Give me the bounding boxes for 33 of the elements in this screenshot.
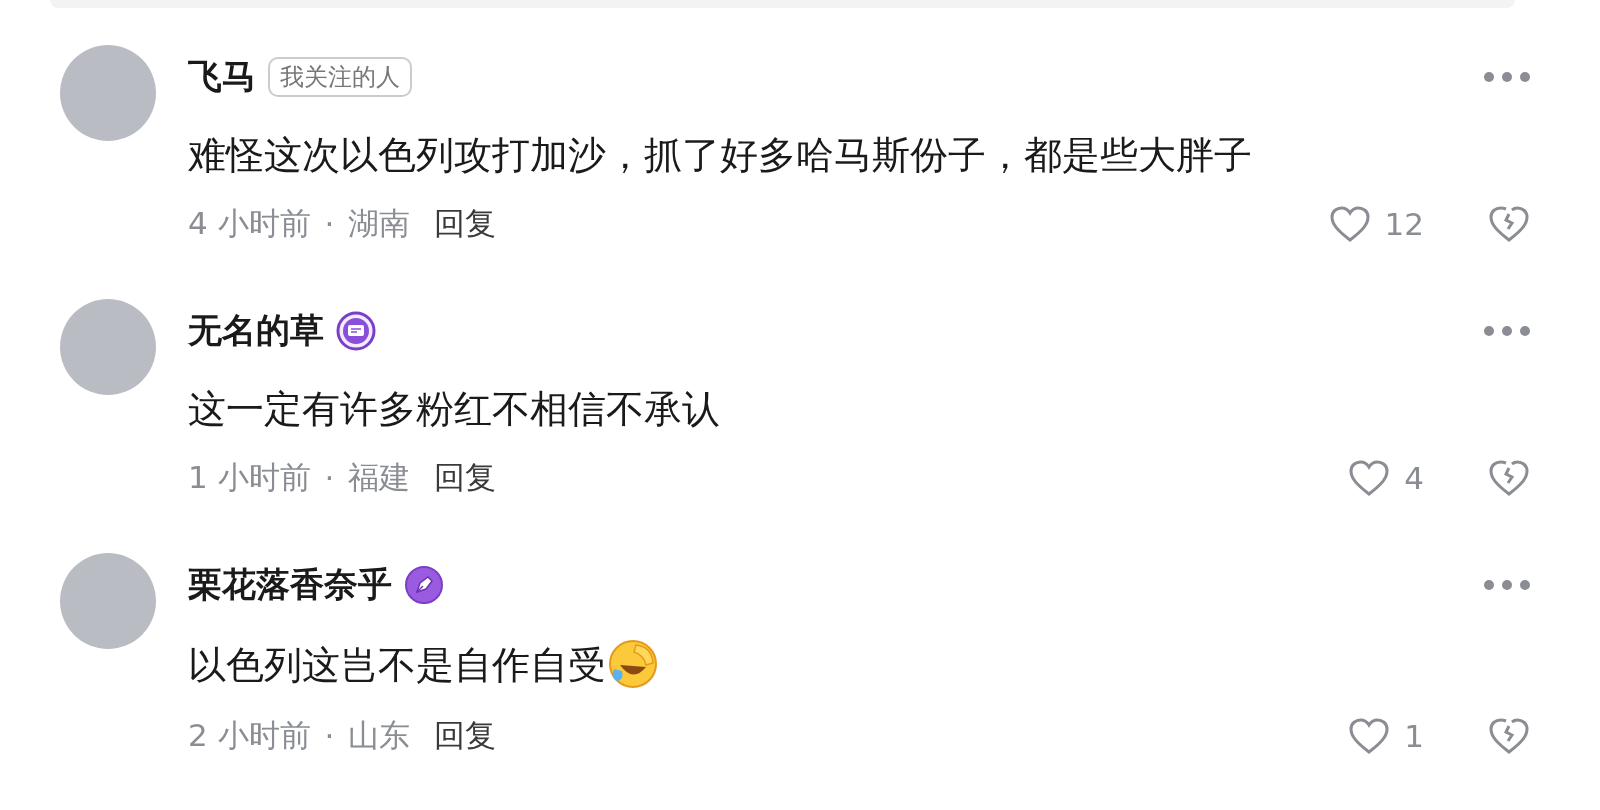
- comment-text: 这一定有许多粉红不相信不承认: [188, 386, 720, 433]
- heart-icon[interactable]: [1328, 205, 1371, 243]
- location: 湖南: [348, 204, 411, 243]
- timestamp: 4 小时前: [188, 204, 311, 243]
- following-tag: 我关注的人: [268, 57, 412, 97]
- reply-link[interactable]: 回复: [434, 715, 497, 757]
- heart-icon[interactable]: [1348, 459, 1391, 497]
- timestamp: 2 小时前: [188, 716, 311, 755]
- broken-heart-icon[interactable]: [1488, 717, 1530, 755]
- more-icon[interactable]: [1484, 580, 1530, 590]
- chat-badge-icon: [336, 311, 376, 351]
- comment-text: 以色列这岂不是自作自受: [188, 642, 606, 689]
- separator-dot: ·: [324, 718, 335, 754]
- reply-link[interactable]: 回复: [434, 457, 497, 499]
- location: 福建: [348, 458, 411, 497]
- like-count: 4: [1404, 460, 1424, 496]
- more-icon[interactable]: [1484, 326, 1530, 336]
- separator-dot: ·: [324, 460, 335, 496]
- like-count: 12: [1384, 206, 1424, 242]
- timestamp: 1 小时前: [188, 458, 311, 497]
- broken-heart-icon[interactable]: [1488, 459, 1530, 497]
- more-icon[interactable]: [1484, 72, 1530, 82]
- broken-heart-icon[interactable]: [1488, 205, 1530, 243]
- reply-link[interactable]: 回复: [434, 203, 497, 245]
- username[interactable]: 飞马: [188, 54, 256, 100]
- heart-icon[interactable]: [1348, 717, 1391, 755]
- username[interactable]: 无名的草: [188, 308, 324, 354]
- separator-dot: ·: [324, 206, 335, 242]
- pen-badge-icon: [404, 565, 444, 605]
- username[interactable]: 栗花落香奈乎: [188, 562, 392, 608]
- comment-text: 难怪这次以色列攻打加沙，抓了好多哈马斯份子，都是些大胖子: [188, 132, 1252, 179]
- location: 山东: [348, 716, 411, 755]
- like-count: 1: [1404, 718, 1424, 754]
